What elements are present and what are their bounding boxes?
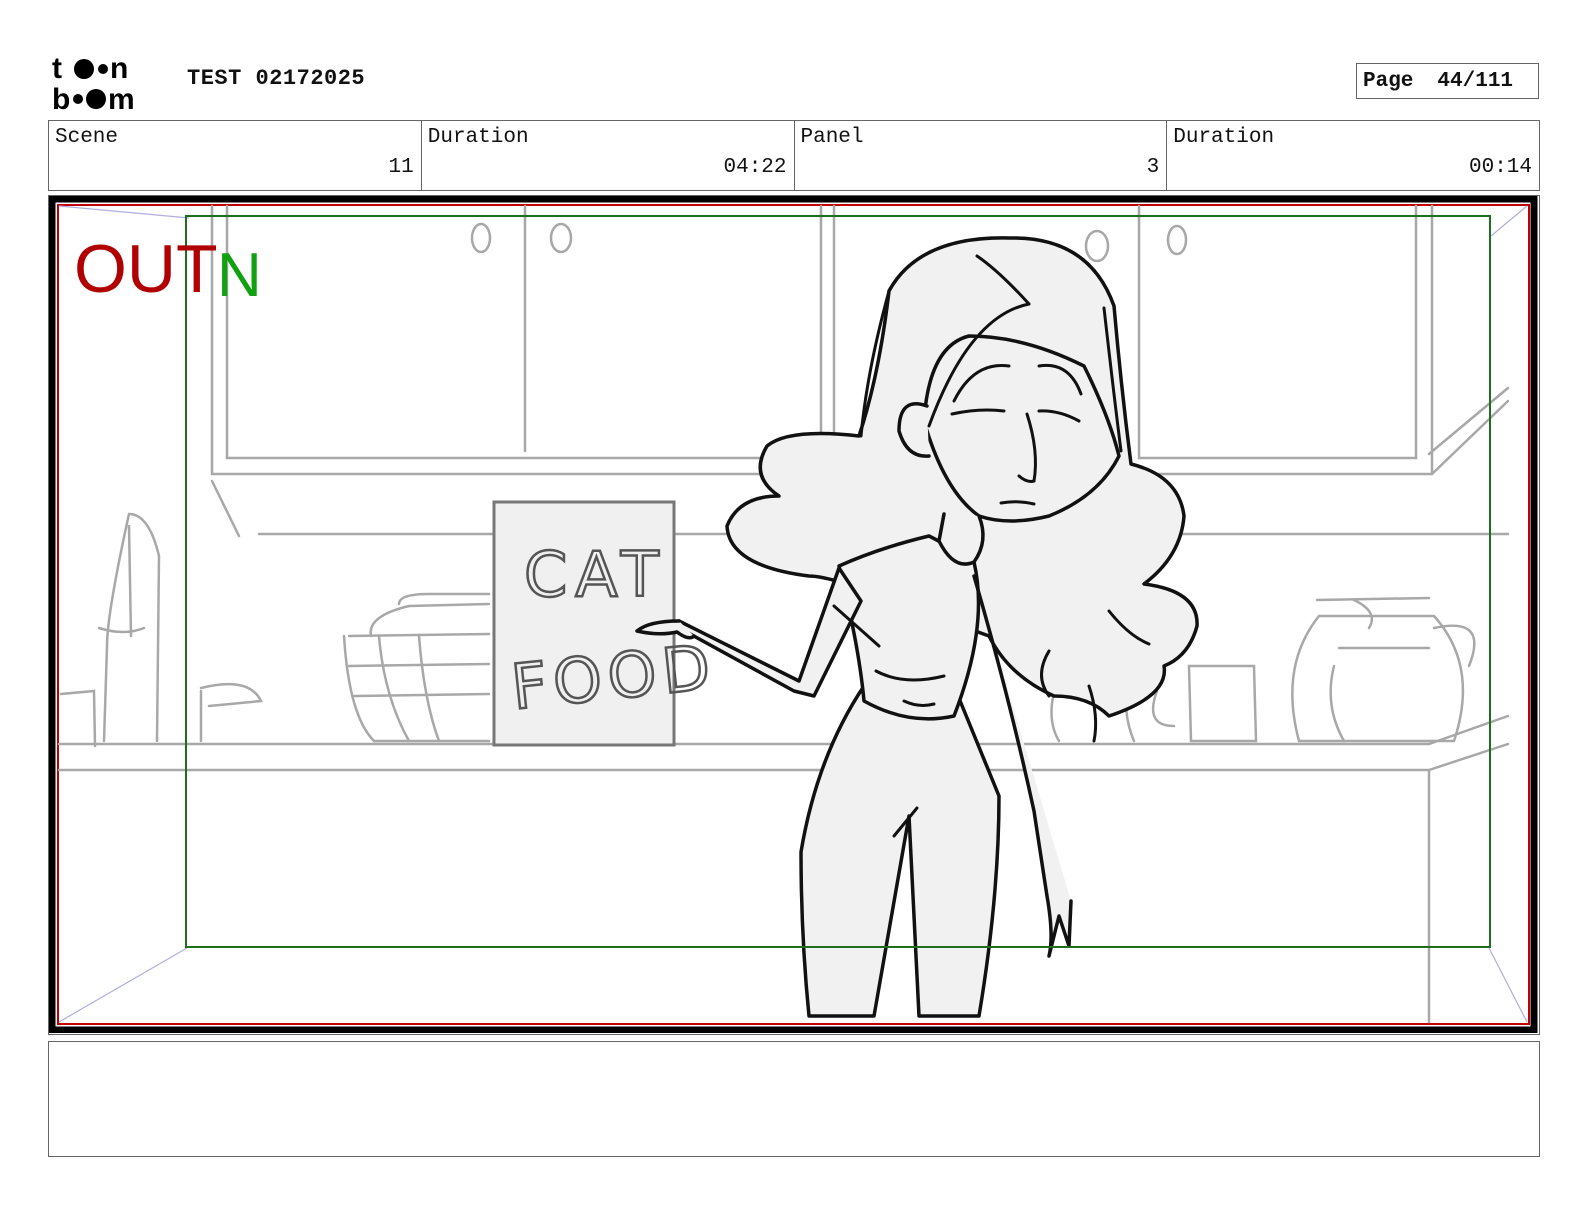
scene-label: Scene [55, 126, 119, 149]
toon-boom-logo: t n b m [52, 52, 135, 112]
panel-notes-box[interactable] [48, 1041, 1540, 1157]
svg-text:n: n [110, 52, 128, 85]
panel-info-row: Scene 11 Duration 04:22 Panel 3 Duration… [48, 120, 1540, 191]
panel-drawing: CAT FOOD OUT N [49, 196, 1538, 1033]
overlay-in-label: N [217, 241, 262, 310]
panel-value: 3 [1146, 156, 1160, 179]
storyboard-panel: CAT FOOD OUT N [48, 195, 1540, 1035]
scene-duration-cell: Duration 04:22 [422, 121, 795, 190]
panel-cell: Panel 3 [795, 121, 1168, 190]
svg-text:b: b [52, 83, 70, 112]
page-indicator: Page 44/111 [1356, 63, 1539, 99]
project-title: TEST 02172025 [187, 66, 366, 91]
box-label-cat: CAT [524, 538, 667, 611]
scene-duration-label: Duration [427, 126, 529, 149]
page-label: Page [1363, 69, 1414, 93]
panel-duration-label: Duration [1173, 126, 1275, 149]
panel-label: Panel [800, 126, 864, 149]
page-number: 44/111 [1437, 69, 1514, 93]
svg-text:t: t [52, 52, 62, 85]
panel-duration-value: 00:14 [1468, 156, 1532, 179]
svg-text:m: m [108, 83, 135, 112]
scene-duration-value: 04:22 [723, 156, 787, 179]
scene-value: 11 [388, 156, 414, 179]
scene-cell: Scene 11 [49, 121, 422, 190]
panel-duration-cell: Duration 00:14 [1167, 121, 1539, 190]
overlay-out-label: OUT [74, 231, 218, 307]
